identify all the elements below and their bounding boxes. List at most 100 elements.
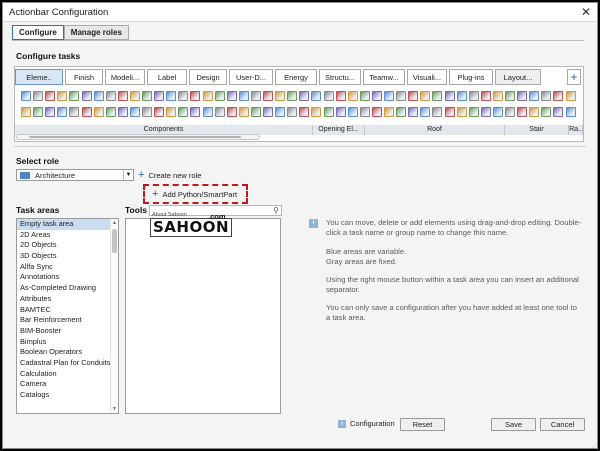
category-tab-design[interactable]: Design: [189, 69, 227, 85]
tool-icon[interactable]: [432, 91, 443, 101]
toolbar-horizontal-scrollbar[interactable]: [16, 134, 260, 140]
category-tab-layout[interactable]: Layout...: [495, 69, 541, 85]
tool-icon[interactable]: [117, 91, 128, 101]
tool-icon[interactable]: [287, 107, 298, 117]
tool-icon[interactable]: [359, 91, 370, 101]
tool-icon[interactable]: [396, 107, 407, 117]
cancel-button[interactable]: Cancel: [540, 418, 585, 431]
group-stair[interactable]: Stair: [505, 125, 569, 135]
tool-icon[interactable]: [166, 91, 177, 101]
tool-icon[interactable]: [311, 107, 322, 117]
tool-icon[interactable]: [408, 107, 419, 117]
tool-icon[interactable]: [492, 91, 503, 101]
tool-icon[interactable]: [93, 107, 104, 117]
category-tab-visualization[interactable]: Visuali...: [407, 69, 447, 85]
list-item[interactable]: 3D Objects: [17, 251, 118, 262]
tab-configure[interactable]: Configure: [12, 25, 64, 40]
tool-icon[interactable]: [335, 107, 346, 117]
tool-icon[interactable]: [81, 107, 92, 117]
tool-icon[interactable]: [541, 107, 552, 117]
category-tab-energy[interactable]: Energy: [275, 69, 317, 85]
tool-icon[interactable]: [142, 91, 152, 101]
tool-icon[interactable]: [21, 107, 31, 117]
tool-icon[interactable]: [129, 107, 140, 117]
list-item[interactable]: Bar Reinforcement: [17, 315, 118, 326]
tool-icon[interactable]: [384, 91, 394, 101]
chevron-down-icon[interactable]: ▼: [123, 170, 133, 180]
tool-icon[interactable]: [517, 91, 528, 101]
tool-icon[interactable]: [226, 91, 237, 101]
group-opening-elements[interactable]: Opening El...: [313, 125, 365, 135]
tool-icon[interactable]: [214, 107, 225, 117]
tool-icon[interactable]: [384, 107, 394, 117]
scroll-up-icon[interactable]: ▲: [112, 220, 117, 226]
list-item[interactable]: Allfa Sync: [17, 262, 118, 273]
tool-icon[interactable]: [347, 91, 358, 101]
reset-button[interactable]: Reset: [400, 418, 445, 431]
category-tab-structure[interactable]: Structu...: [319, 69, 361, 85]
tool-icon[interactable]: [432, 107, 443, 117]
tool-icon[interactable]: [299, 91, 310, 101]
tool-icon[interactable]: [117, 107, 128, 117]
tool-icon[interactable]: [93, 91, 104, 101]
save-button[interactable]: Save: [491, 418, 536, 431]
tool-icon[interactable]: [408, 91, 419, 101]
add-python-smartpart-button[interactable]: + Add Python/SmartPart: [152, 188, 237, 200]
tool-icon[interactable]: [129, 91, 140, 101]
tool-icon[interactable]: [420, 107, 431, 117]
tool-icon[interactable]: [541, 91, 552, 101]
tool-icon[interactable]: [517, 107, 528, 117]
list-item[interactable]: Annotations: [17, 272, 118, 283]
scroll-down-icon[interactable]: ▼: [112, 406, 117, 412]
category-tab-label[interactable]: Label: [147, 69, 187, 85]
tool-icon[interactable]: [553, 107, 564, 117]
tool-icon[interactable]: [154, 107, 165, 117]
tool-icon[interactable]: [444, 107, 455, 117]
tool-icon[interactable]: [69, 107, 80, 117]
list-item[interactable]: Bimplus: [17, 337, 118, 348]
category-tab-user-defined[interactable]: User-D...: [229, 69, 273, 85]
tool-icon[interactable]: [142, 107, 152, 117]
tool-icon[interactable]: [505, 107, 515, 117]
close-icon[interactable]: ✕: [581, 5, 591, 19]
group-railing[interactable]: Ra..: [569, 125, 583, 135]
tool-icon[interactable]: [311, 91, 322, 101]
list-item[interactable]: Empty task area: [17, 219, 118, 230]
tool-icon[interactable]: [202, 107, 213, 117]
tool-icon[interactable]: [33, 91, 44, 101]
tool-icon[interactable]: [492, 107, 503, 117]
tool-icon[interactable]: [275, 91, 286, 101]
tool-icon[interactable]: [505, 91, 515, 101]
list-item[interactable]: BIM-Booster: [17, 326, 118, 337]
tool-icon[interactable]: [565, 91, 576, 101]
tool-icon[interactable]: [33, 107, 44, 117]
role-dropdown[interactable]: Architecture ▼: [16, 169, 134, 181]
list-item[interactable]: Camera: [17, 379, 118, 390]
tool-icon[interactable]: [21, 91, 31, 101]
category-tab-elements[interactable]: Eleme..: [15, 69, 63, 85]
tool-icon[interactable]: [190, 107, 201, 117]
tool-icon[interactable]: [154, 91, 165, 101]
tool-icon[interactable]: [275, 107, 286, 117]
tool-icon[interactable]: [190, 91, 201, 101]
list-item[interactable]: Cadastral Plan for Conduits: [17, 358, 118, 369]
tool-icon[interactable]: [214, 91, 225, 101]
tool-icon[interactable]: [57, 107, 68, 117]
tool-icon[interactable]: [226, 107, 237, 117]
tool-icon[interactable]: [45, 107, 56, 117]
list-item[interactable]: As-Completed Drawing: [17, 283, 118, 294]
tool-icon[interactable]: [359, 107, 370, 117]
tool-icon[interactable]: [81, 91, 92, 101]
scrollbar-thumb[interactable]: [29, 136, 241, 138]
list-item[interactable]: Catalogs: [17, 390, 118, 401]
group-roof[interactable]: Roof: [365, 125, 505, 135]
tab-manage-roles[interactable]: Manage roles: [63, 25, 129, 40]
tool-icon[interactable]: [105, 107, 116, 117]
tool-icon[interactable]: [69, 91, 80, 101]
tool-icon[interactable]: [178, 91, 189, 101]
list-item[interactable]: 2D Areas: [17, 230, 118, 241]
tool-icon[interactable]: [238, 107, 249, 117]
tool-icon[interactable]: [166, 107, 177, 117]
list-item[interactable]: BAMTEC: [17, 305, 118, 316]
tool-icon[interactable]: [553, 91, 564, 101]
